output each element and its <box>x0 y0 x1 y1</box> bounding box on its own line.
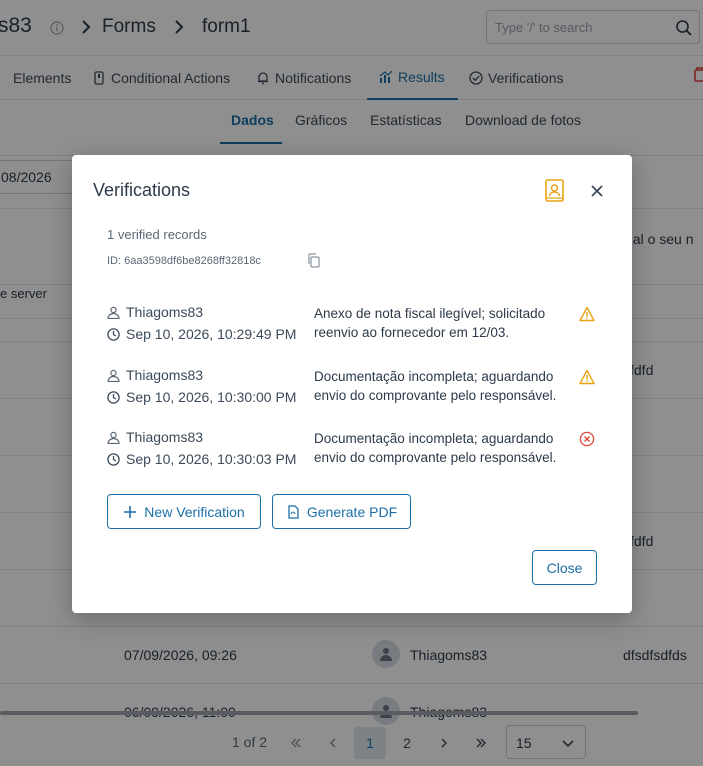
contact-book-icon[interactable] <box>544 179 566 203</box>
verification-user: Thiagoms83 <box>107 367 203 383</box>
verification-note: Anexo de nota fiscal ilegível; solicitad… <box>314 304 574 342</box>
verified-count: 1 verified records <box>107 227 207 242</box>
clock-icon <box>107 327 120 341</box>
plus-icon <box>124 505 137 518</box>
clock-icon <box>107 390 120 404</box>
verification-user: Thiagoms83 <box>107 429 203 445</box>
generate-pdf-label: Generate PDF <box>306 503 398 520</box>
verification-note-line: envio do comprovante pelo responsável. <box>314 450 557 465</box>
close-button[interactable]: Close <box>532 550 597 585</box>
verification-date: Sep 10, 2026, 10:29:49 PM <box>107 326 296 342</box>
verification-date-text: Sep 10, 2026, 10:29:49 PM <box>126 326 297 342</box>
dialog-title: Verifications <box>93 180 191 200</box>
verifications-dialog: Verifications 1 verified records ID: 6aa… <box>72 155 632 613</box>
close-button-label: Close <box>546 559 583 576</box>
pdf-icon <box>288 504 299 519</box>
generate-pdf-button[interactable]: Generate PDF <box>272 494 411 529</box>
verification-date: Sep 10, 2026, 10:30:03 PM <box>107 451 296 467</box>
verification-item: Thiagoms83 Sep 10, 2026, 10:29:49 PM Ane… <box>107 304 597 354</box>
verification-note-line: Anexo de nota fiscal ilegível; solicitad… <box>314 306 546 321</box>
record-id: ID: 6aa3598df6be8268ff32818c <box>107 255 261 267</box>
verification-user-name: Thiagoms83 <box>126 429 204 445</box>
close-icon[interactable] <box>587 181 607 201</box>
new-verification-label: New Verification <box>144 503 245 520</box>
verification-item: Thiagoms83 Sep 10, 2026, 10:30:03 PM Doc… <box>107 429 597 479</box>
verification-item: Thiagoms83 Sep 10, 2026, 10:30:00 PM Doc… <box>107 367 597 417</box>
verification-note-line: Documentação incompleta; aguardando <box>314 431 554 446</box>
warning-icon <box>579 369 595 385</box>
verification-date: Sep 10, 2026, 10:30:00 PM <box>107 389 296 405</box>
verification-date-text: Sep 10, 2026, 10:30:03 PM <box>126 451 297 467</box>
verification-date-text: Sep 10, 2026, 10:30:00 PM <box>126 389 297 405</box>
verification-user-name: Thiagoms83 <box>126 367 204 383</box>
verification-note: Documentação incompleta; aguardando envi… <box>314 429 574 467</box>
verification-user: Thiagoms83 <box>107 304 203 320</box>
verification-note-line: Documentação incompleta; aguardando <box>314 369 554 384</box>
verification-user-name: Thiagoms83 <box>126 304 204 320</box>
verification-note-line: envio do comprovante pelo responsável. <box>314 388 557 403</box>
reject-icon <box>579 431 595 447</box>
user-icon <box>107 306 120 319</box>
verification-note: Documentação incompleta; aguardando envi… <box>314 367 574 405</box>
user-icon <box>107 369 120 382</box>
clock-icon <box>107 452 120 466</box>
user-icon <box>107 431 120 444</box>
copy-icon[interactable] <box>307 253 321 268</box>
verification-note-line: reenvio ao fornecedor em 12/03. <box>314 325 510 340</box>
new-verification-button[interactable]: New Verification <box>107 494 261 529</box>
warning-icon <box>579 306 595 322</box>
